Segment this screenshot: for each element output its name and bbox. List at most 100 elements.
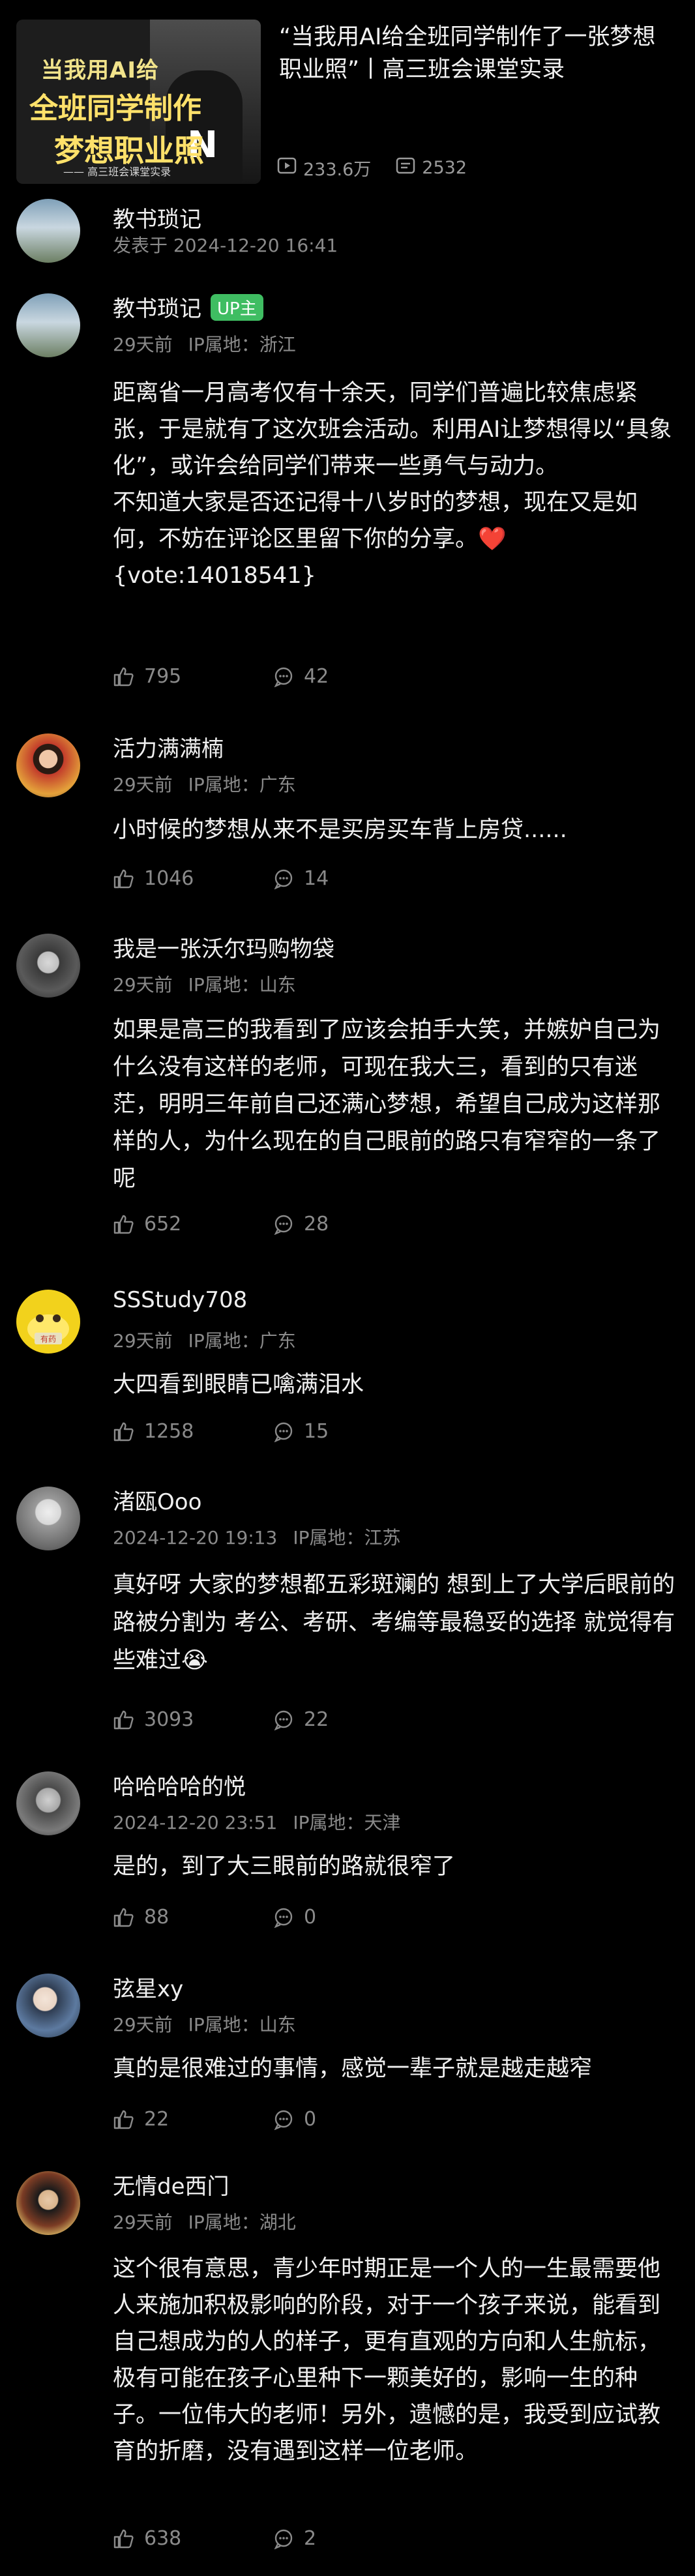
- comment-actions: 795 42: [113, 665, 432, 688]
- like-button[interactable]: 1046: [113, 867, 273, 890]
- comment-text: 是的，到了大三眼前的路就很窄了: [113, 1854, 456, 1880]
- like-button[interactable]: 22: [113, 2108, 273, 2131]
- reply-count: 0: [304, 2108, 317, 2131]
- comment-avatar[interactable]: [16, 733, 80, 797]
- comment-username[interactable]: 哈哈哈哈的悦: [113, 1769, 246, 1801]
- thumbs-up-icon: [113, 667, 134, 686]
- like-count: 1046: [144, 867, 194, 890]
- avatar-badge-text: 有药: [40, 1335, 56, 1344]
- like-button[interactable]: 3093: [113, 1708, 273, 1731]
- comment-avatar[interactable]: [16, 1974, 80, 2037]
- heart-emoji: ❤️: [478, 526, 507, 552]
- comment-item: 渚瓯Ooo 2024-12-20 19:13 IP属地：江苏 真好呀 大家的梦想都…: [16, 1480, 681, 1741]
- poster-meta: 发表于 2024-12-20 16:41: [113, 235, 338, 256]
- comment-username[interactable]: SSStudy708: [113, 1287, 247, 1313]
- comment-bubble-icon: [274, 1215, 293, 1235]
- like-count: 652: [144, 1213, 182, 1236]
- reply-count: 14: [304, 867, 329, 890]
- comment-avatar[interactable]: [16, 293, 80, 357]
- comment-actions: 1046 14: [113, 867, 432, 890]
- like-count: 22: [144, 2108, 170, 2131]
- comment-username-text[interactable]: 教书琐记: [113, 296, 201, 322]
- comment-meta: 29天前 IP属地：浙江: [113, 331, 296, 357]
- thumbnail-text-line4: —— 高三班会课堂实录: [63, 166, 171, 178]
- reply-count: 28: [304, 1213, 329, 1236]
- comment-meta: 29天前 IP属地：广东: [113, 771, 296, 797]
- comment-username[interactable]: 活力满满楠: [113, 731, 224, 763]
- thumbs-up-icon: [113, 1710, 134, 1729]
- thumbnail-text-line2: 全班同学制作: [29, 92, 201, 125]
- reply-button[interactable]: 28: [273, 1213, 432, 1236]
- like-button[interactable]: 795: [113, 665, 273, 688]
- comment-ip: IP属地：广东: [188, 774, 296, 795]
- comment-meta: 2024-12-20 23:51 IP属地：天津: [113, 1809, 400, 1835]
- comment-avatar[interactable]: [16, 2171, 80, 2235]
- comment-time: 2024-12-20 23:51: [113, 1812, 278, 1833]
- comment-meta: 29天前 IP属地：湖北: [113, 2208, 296, 2234]
- comment-ip: IP属地：天津: [293, 1812, 401, 1833]
- comment-actions: 22 0: [113, 2108, 432, 2131]
- comment-text: 如果是高三的我看到了应该会拍手大笑，并嫉妒自己为什么没有这样的老师，可现在我大三…: [113, 1017, 661, 1192]
- reply-button[interactable]: 0: [273, 1906, 432, 1929]
- like-button[interactable]: 1258: [113, 1420, 273, 1443]
- comment-ip: IP属地：浙江: [188, 334, 296, 355]
- comment-avatar[interactable]: [16, 1487, 80, 1550]
- comment-username[interactable]: 渚瓯Ooo: [113, 1484, 201, 1516]
- reply-button[interactable]: 0: [273, 2108, 432, 2131]
- comment-meta: 2024-12-20 19:13 IP属地：江苏: [113, 1524, 400, 1550]
- like-button[interactable]: 88: [113, 1906, 273, 1929]
- thumbs-up-icon: [113, 2110, 134, 2129]
- reply-button[interactable]: 15: [273, 1420, 432, 1443]
- comment-bubble-icon: [274, 1908, 293, 1928]
- comment-ip: IP属地：湖北: [188, 2212, 296, 2233]
- comment-actions: 3093 22: [113, 1708, 432, 1731]
- up-badge: UP主: [211, 294, 263, 321]
- comment-ip: IP属地：山东: [188, 974, 296, 996]
- thumbnail-text-line1: 当我用AI给: [41, 57, 159, 83]
- video-thumbnail[interactable]: N 当我用AI给 全班同学制作 梦想职业照 —— 高三班会课堂实录: [16, 20, 261, 184]
- reply-count: 15: [304, 1420, 329, 1443]
- comment-username[interactable]: 我是一张沃尔玛购物袋: [113, 931, 334, 963]
- comment-ip: IP属地：江苏: [293, 1527, 401, 1548]
- thumbs-up-icon: [113, 2529, 134, 2548]
- reply-count: 42: [304, 665, 329, 688]
- comment-time: 29天前: [113, 774, 173, 795]
- video-header[interactable]: N 当我用AI给 全班同学制作 梦想职业照 —— 高三班会课堂实录 “当我用AI…: [0, 0, 695, 189]
- comment-vote-tag[interactable]: {vote:14018541}: [113, 563, 316, 589]
- comment-text: 这个很有意思，青少年时期正是一个人的一生最需要他人来施加积极影响的阶段，对于一个…: [113, 2256, 661, 2465]
- reply-button[interactable]: 22: [273, 1708, 432, 1731]
- comment-bubble-icon: [274, 1422, 293, 1442]
- video-title[interactable]: “当我用AI给全班同学制作了一张梦想职业照”丨高三班会课堂实录: [279, 21, 677, 86]
- comment-text: 距离省一月高考仅有十余天，同学们普遍比较焦虑紧张，于是就有了这次班会活动。利用A…: [113, 375, 680, 594]
- like-count: 88: [144, 1906, 170, 1929]
- comment-actions: 652 28: [113, 1213, 432, 1236]
- comment-avatar[interactable]: [16, 934, 80, 998]
- reply-button[interactable]: 14: [273, 867, 432, 890]
- comment-item: 弦星xy 29天前 IP属地：山东 真的是很难过的事情，感觉一辈子就是越走越窄 2…: [16, 1966, 681, 2142]
- poster-avatar[interactable]: [16, 199, 80, 263]
- comment-ip: IP属地：广东: [188, 1330, 296, 1352]
- reply-button[interactable]: 2: [273, 2527, 432, 2550]
- comment-username[interactable]: 无情de西门: [113, 2169, 229, 2200]
- comment-bubble-icon: [274, 2110, 293, 2130]
- comment-bubble-icon: [274, 667, 293, 687]
- post-author: 教书琐记 发表于 2024-12-20 16:41: [16, 199, 681, 263]
- comment-text: 真的是很难过的事情，感觉一辈子就是越走越窄: [113, 2056, 593, 2082]
- comment-text: 小时候的梦想从来不是买房买车背上房贷......: [113, 817, 567, 843]
- like-button[interactable]: 638: [113, 2527, 273, 2550]
- reply-button[interactable]: 42: [273, 665, 432, 688]
- comment-actions: 638 2: [113, 2527, 432, 2550]
- poster-name[interactable]: 教书琐记: [113, 201, 201, 233]
- comment-text: 大四看到眼睛已噙满泪水: [113, 1372, 364, 1398]
- comment-avatar[interactable]: [16, 1771, 80, 1835]
- reply-count: 2: [304, 2527, 317, 2550]
- reply-count: 0: [304, 1906, 317, 1929]
- like-button[interactable]: 652: [113, 1213, 273, 1236]
- thumbs-up-icon: [113, 1422, 134, 1441]
- play-count-icon: [277, 157, 297, 179]
- like-count: 795: [144, 665, 182, 688]
- comment-username[interactable]: 弦星xy: [113, 1971, 183, 2003]
- comment-username[interactable]: 教书琐记 UP主: [113, 291, 263, 323]
- comment-time: 29天前: [113, 1330, 173, 1352]
- comment-avatar[interactable]: 有药: [16, 1290, 80, 1354]
